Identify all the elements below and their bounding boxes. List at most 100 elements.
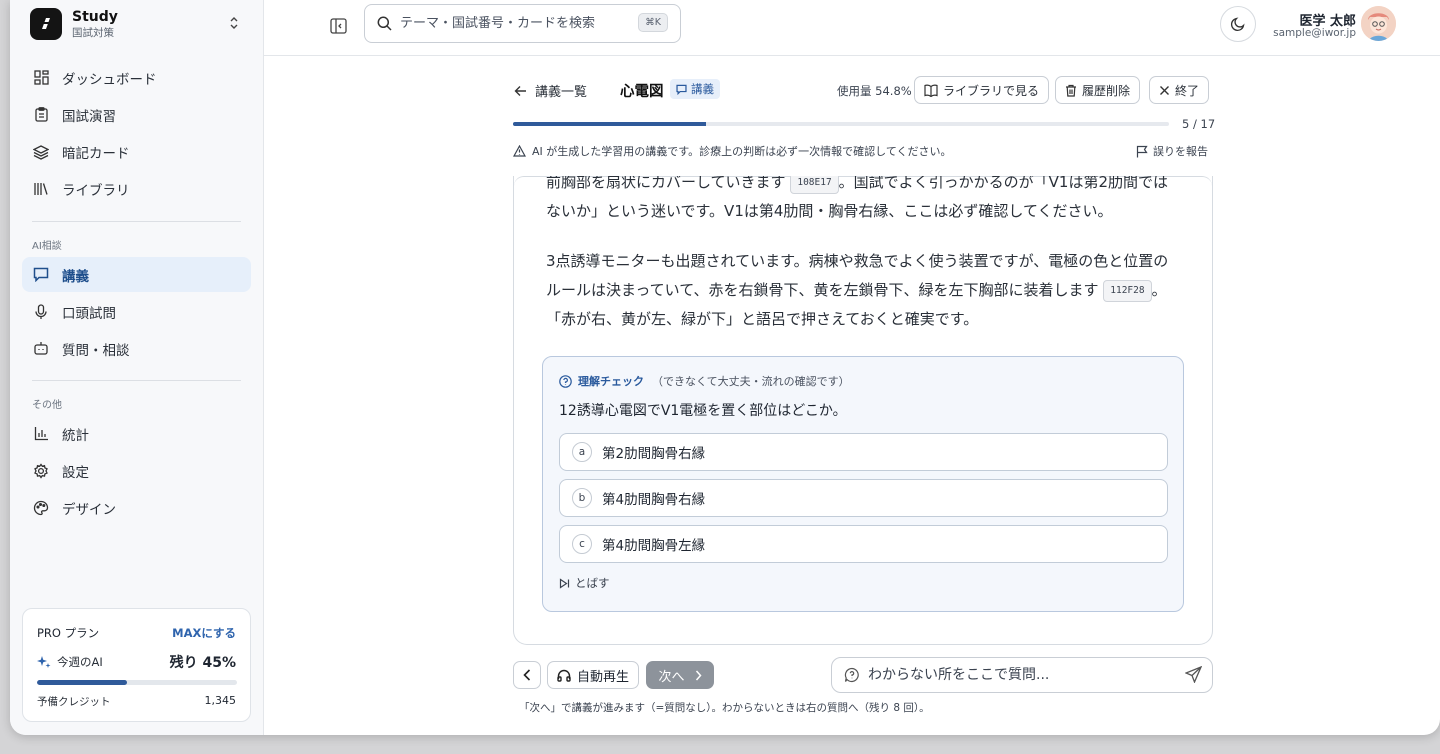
- lecture-paragraph: 3点誘導モニターも出題されています。病棟や救急でよく使う装置ですが、電極の色と位…: [546, 247, 1176, 334]
- flag-icon: [1136, 145, 1148, 157]
- sidebar-item-label: 口頭試問: [62, 305, 116, 322]
- dashboard-icon: [32, 69, 50, 87]
- app-window: Study 国試対策 ダッシュボード 国試演習 暗記カード ライブラリ AI相談: [10, 0, 1440, 735]
- skip-quiz-button[interactable]: とばす: [559, 575, 610, 591]
- sidebar-item-label: 質問・相談: [62, 342, 130, 359]
- weekly-ai-text: 今週のAI: [57, 655, 103, 669]
- autoplay-button[interactable]: 自動再生: [547, 661, 639, 689]
- ai-usage-bar-fill: [37, 680, 127, 685]
- divider: [32, 380, 241, 381]
- credit-value: 1,345: [204, 694, 237, 707]
- sidebar-item-cards[interactable]: 暗記カード: [22, 134, 251, 169]
- page-counter: 5 / 17: [1182, 117, 1216, 131]
- next-label: 次へ: [658, 669, 685, 685]
- skip-label: とばす: [575, 576, 610, 590]
- section-label-other: その他: [32, 400, 62, 411]
- sidebar-item-label: デザイン: [62, 501, 116, 518]
- sidebar: Study 国試対策 ダッシュボード 国試演習 暗記カード ライブラリ AI相談: [10, 0, 264, 735]
- view-in-library-label: ライブラリで見る: [943, 83, 1040, 98]
- question-box[interactable]: [831, 657, 1213, 693]
- plan-title: PRO プラン: [37, 626, 100, 640]
- quiz-option-c[interactable]: c 第4肋間胸骨左縁: [559, 525, 1168, 563]
- quiz-option-b[interactable]: b 第4肋間胸骨右縁: [559, 479, 1168, 517]
- sidebar-item-label: 暗記カード: [62, 145, 130, 162]
- lecture-main: 講義一覧 心電図 講義 使用量 54.8% ライブラリで見る 履歴削除 終了 5…: [264, 56, 1440, 735]
- sidebar-item-settings[interactable]: 設定: [22, 453, 251, 488]
- send-button[interactable]: [1184, 665, 1203, 687]
- exam-ref-badge[interactable]: 112F28: [1103, 280, 1152, 302]
- chat-icon: [32, 266, 50, 284]
- end-lecture-button[interactable]: 終了: [1149, 76, 1210, 104]
- report-error-label: 誤りを報告: [1153, 145, 1208, 158]
- sidebar-item-label: 統計: [62, 427, 89, 444]
- paragraph-text: 3点誘導モニターも出題されています。病棟や救急でよく使う装置ですが、電極の色と位…: [546, 252, 1169, 299]
- option-letter: b: [572, 488, 592, 508]
- ai-remaining: 残り 45%: [169, 655, 236, 671]
- sidebar-item-consult[interactable]: 質問・相談: [22, 331, 251, 366]
- avatar[interactable]: [1361, 6, 1396, 41]
- brand-subtitle: 国試対策: [72, 27, 114, 39]
- upgrade-max-link[interactable]: MAXにする: [172, 625, 236, 641]
- search-input[interactable]: [400, 16, 630, 31]
- chevron-right-icon: [695, 670, 702, 680]
- comprehension-check: 理解チェック （できなくて大丈夫・流れの確認です） 12誘導心電図でV1電極を置…: [542, 356, 1184, 612]
- close-icon: [1160, 85, 1169, 95]
- search-icon: [377, 16, 392, 31]
- sidebar-item-design[interactable]: デザイン: [22, 490, 251, 525]
- bot-icon: [32, 340, 50, 358]
- brand-name: Study: [72, 9, 118, 25]
- option-letter: c: [572, 534, 592, 554]
- back-to-lectures-link[interactable]: 講義一覧: [514, 81, 587, 100]
- lecture-progress-bar: [513, 122, 1169, 126]
- quiz-subtitle: （できなくて大丈夫・流れの確認です）: [652, 375, 850, 388]
- book-open-icon: [924, 84, 938, 97]
- ai-notice: AI が生成した学習用の講義です。診療上の判断は必ず一次情報で確認してください。: [513, 143, 952, 159]
- chevron-updown-icon[interactable]: [228, 15, 240, 35]
- search-box[interactable]: ⌘K: [364, 4, 681, 43]
- prev-button[interactable]: [513, 661, 541, 689]
- lecture-progress-fill: [513, 122, 706, 126]
- sidebar-item-stats[interactable]: 統計: [22, 416, 251, 451]
- topbar: ⌘K 医学 太郎 sample@iwor.jp: [264, 0, 1440, 56]
- exam-ref-badge[interactable]: 108E17: [790, 176, 839, 194]
- credit-label: 予備クレジット: [37, 696, 111, 708]
- lecture-paragraph: 前胸部を扇状にカバーしていきます 108E17 。国試でよく引っかかるのが「V1は…: [546, 176, 1176, 226]
- option-text: 第4肋間胸骨右縁: [602, 492, 706, 508]
- sidebar-item-library[interactable]: ライブラリ: [22, 171, 251, 206]
- sidebar-item-oral-exam[interactable]: 口頭試問: [22, 294, 251, 329]
- option-text: 第2肋間胸骨右縁: [602, 446, 706, 462]
- question-input[interactable]: [868, 667, 1178, 683]
- brand[interactable]: Study 国試対策: [30, 8, 118, 40]
- theme-toggle-button[interactable]: [1220, 6, 1256, 42]
- chevron-left-icon: [523, 669, 531, 681]
- lecture-content: 前胸部を扇状にカバーしていきます 108E17 。国試でよく引っかかるのが「V1は…: [513, 176, 1213, 645]
- sidebar-item-dashboard[interactable]: ダッシュボード: [22, 60, 251, 95]
- weekly-ai-label: 今週のAI: [37, 654, 103, 670]
- ai-usage-bar: [37, 680, 237, 685]
- sidebar-item-exam[interactable]: 国試演習: [22, 97, 251, 132]
- trash-icon: [1066, 84, 1076, 97]
- back-label: 講義一覧: [535, 85, 588, 100]
- sidebar-item-lecture[interactable]: 講義: [22, 257, 251, 292]
- next-button[interactable]: 次へ: [646, 661, 714, 689]
- view-in-library-button[interactable]: ライブラリで見る: [914, 76, 1050, 104]
- ai-notice-text: AI が生成した学習用の講義です。診療上の判断は必ず一次情報で確認してください。: [532, 145, 952, 158]
- sidebar-item-label: 国試演習: [62, 108, 116, 125]
- autoplay-label: 自動再生: [576, 669, 629, 685]
- clipboard-icon: [32, 106, 50, 124]
- report-error-link[interactable]: 誤りを報告: [1136, 143, 1208, 159]
- mic-icon: [32, 303, 50, 321]
- gear-icon: [32, 462, 50, 480]
- help-circle-icon: [559, 374, 572, 388]
- delete-history-button[interactable]: 履歴削除: [1055, 76, 1141, 104]
- usage-text: 使用量 54.8%: [837, 84, 912, 98]
- sidebar-toggle-icon: [329, 18, 347, 34]
- sidebar-toggle-button[interactable]: [326, 14, 350, 38]
- option-text: 第4肋間胸骨左縁: [602, 538, 706, 554]
- lecture-badge: 講義: [670, 79, 720, 99]
- sidebar-item-label: 設定: [62, 464, 89, 481]
- paragraph-text: 前胸部を扇状にカバーしていきます: [546, 176, 786, 191]
- send-icon: [1184, 665, 1203, 684]
- moon-icon: [1230, 17, 1245, 32]
- quiz-option-a[interactable]: a 第2肋間胸骨右縁: [559, 433, 1168, 471]
